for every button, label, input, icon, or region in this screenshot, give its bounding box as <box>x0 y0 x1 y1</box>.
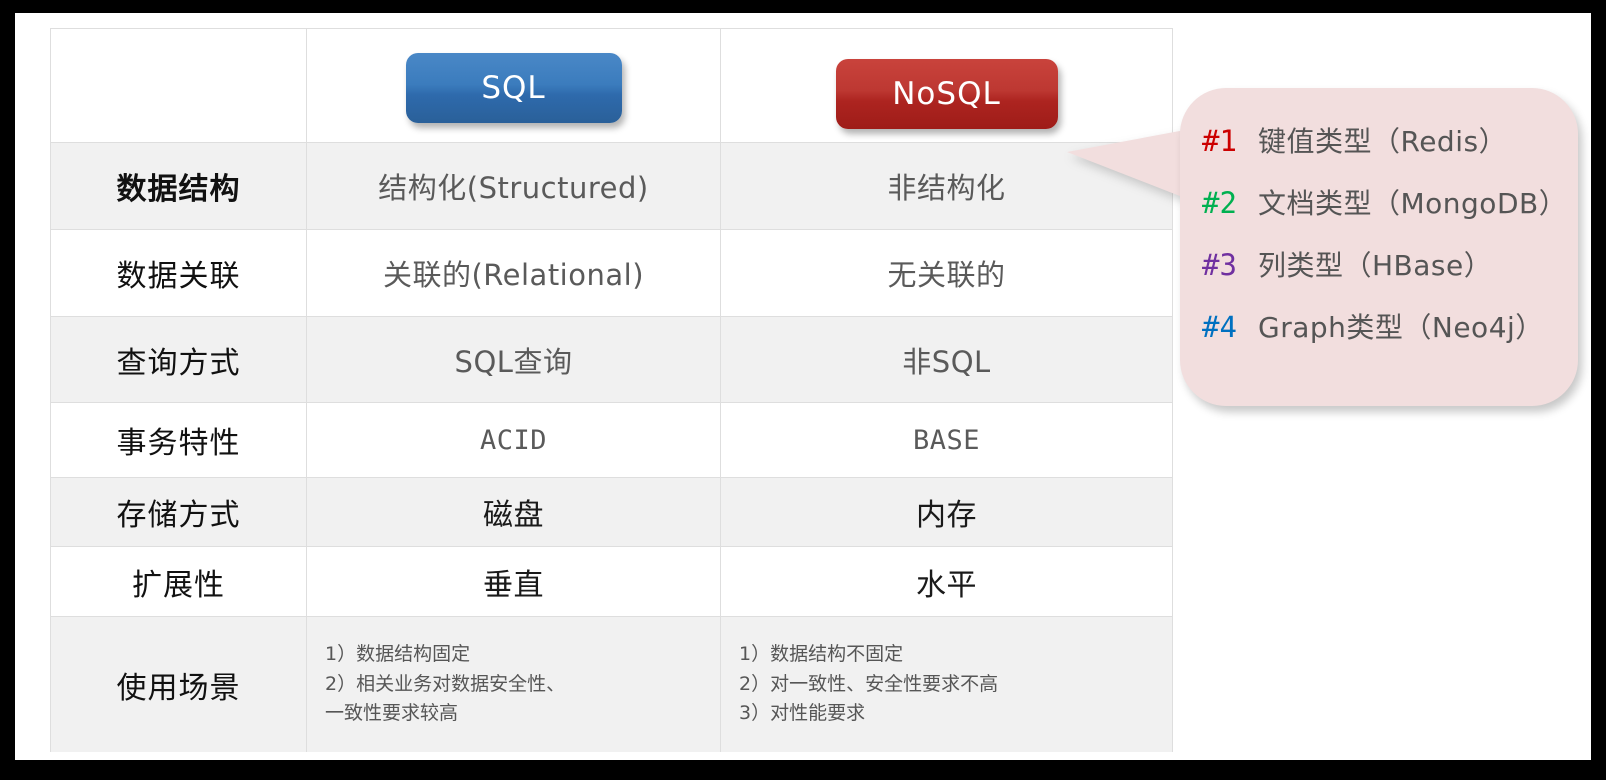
row-sql-value: 1）数据结构固定 2）相关业务对数据安全性、 一致性要求较高 <box>325 643 566 725</box>
callout-item-number: #4 <box>1202 310 1237 344</box>
row-sql-cell: ACID <box>307 403 721 477</box>
row-label-cell: 数据关联 <box>51 230 307 316</box>
list-item: #4 Graph类型（Neo4j） <box>1202 306 1578 368</box>
row-sql-value: 垂直 <box>483 567 544 603</box>
table-row: 存储方式 磁盘 内存 <box>51 478 1172 547</box>
nosql-header-label: NoSQL <box>892 75 1001 112</box>
list-item: #3 列类型（HBase） <box>1202 244 1578 306</box>
callout-tail-pointer <box>1067 130 1185 198</box>
row-nosql-cell: BASE <box>721 403 1172 477</box>
table-row: 数据结构 结构化(Structured) 非结构化 <box>51 143 1172 230</box>
row-nosql-cell: 无关联的 <box>721 230 1172 316</box>
row-nosql-value: 非SQL <box>902 344 991 379</box>
header-nosql-cell: NoSQL <box>721 29 1172 142</box>
sql-vs-nosql-comparison-table: SQL NoSQL 数据结构 结构化(Structured) 非结构化 数据关联… <box>50 28 1173 752</box>
row-nosql-value: 内存 <box>916 498 977 533</box>
callout-item-number: #3 <box>1202 248 1237 282</box>
row-nosql-value: 水平 <box>916 567 977 603</box>
row-nosql-cell: 水平 <box>721 547 1172 616</box>
row-sql-cell: 关联的(Relational) <box>307 230 721 316</box>
row-sql-cell: 1）数据结构固定 2）相关业务对数据安全性、 一致性要求较高 <box>307 617 721 752</box>
row-label: 扩展性 <box>132 567 225 603</box>
table-row: 查询方式 SQL查询 非SQL <box>51 317 1172 403</box>
row-label: 事务特性 <box>116 426 241 461</box>
row-sql-value: 结构化(Structured) <box>378 171 649 205</box>
callout-item-text: 文档类型（MongoDB） <box>1258 187 1568 220</box>
table-row: 数据关联 关联的(Relational) 无关联的 <box>51 230 1172 317</box>
nosql-types-callout: #1 键值类型（Redis） #2 文档类型（MongoDB） #3 列类型（H… <box>1180 88 1578 406</box>
callout-item-text: Graph类型（Neo4j） <box>1258 311 1544 344</box>
row-sql-value: 磁盘 <box>483 498 544 533</box>
row-label-cell: 数据结构 <box>51 143 307 229</box>
row-sql-cell: 结构化(Structured) <box>307 143 721 229</box>
row-label: 存储方式 <box>116 498 241 533</box>
callout-item-text: 列类型（HBase） <box>1258 249 1493 282</box>
row-sql-cell: SQL查询 <box>307 317 721 402</box>
row-label-cell: 扩展性 <box>51 547 307 616</box>
callout-item-text: 键值类型（Redis） <box>1258 125 1508 158</box>
outer-black-frame: SQL NoSQL 数据结构 结构化(Structured) 非结构化 数据关联… <box>0 0 1606 780</box>
row-nosql-value: 非结构化 <box>887 171 1006 205</box>
sql-header-label: SQL <box>481 69 546 106</box>
row-label-cell: 存储方式 <box>51 478 307 546</box>
table-row: 扩展性 垂直 水平 <box>51 547 1172 617</box>
row-sql-value: 关联的(Relational) <box>382 258 645 292</box>
row-label-cell: 使用场景 <box>51 617 307 752</box>
row-nosql-value: 无关联的 <box>887 258 1006 292</box>
row-nosql-value: 1）数据结构不固定 2）对一致性、安全性要求不高 3）对性能要求 <box>739 643 999 725</box>
table-row: 使用场景 1）数据结构固定 2）相关业务对数据安全性、 一致性要求较高 1）数据… <box>51 617 1172 752</box>
row-label: 数据结构 <box>116 172 241 207</box>
slide-canvas: SQL NoSQL 数据结构 结构化(Structured) 非结构化 数据关联… <box>15 13 1591 760</box>
row-nosql-cell: 内存 <box>721 478 1172 546</box>
row-nosql-value: BASE <box>912 424 981 456</box>
row-sql-cell: 磁盘 <box>307 478 721 546</box>
table-row: 事务特性 ACID BASE <box>51 403 1172 478</box>
list-item: #1 键值类型（Redis） <box>1202 120 1578 182</box>
sql-header-pill[interactable]: SQL <box>405 52 622 123</box>
header-sql-cell: SQL <box>307 29 721 142</box>
row-nosql-cell: 非SQL <box>721 317 1172 402</box>
header-corner-cell <box>51 29 307 142</box>
row-sql-value: ACID <box>479 424 548 456</box>
row-label: 查询方式 <box>116 345 241 381</box>
row-label-cell: 事务特性 <box>51 403 307 477</box>
list-item: #2 文档类型（MongoDB） <box>1202 182 1578 244</box>
row-nosql-cell: 1）数据结构不固定 2）对一致性、安全性要求不高 3）对性能要求 <box>721 617 1172 752</box>
row-sql-value: SQL查询 <box>454 344 573 379</box>
callout-item-number: #2 <box>1202 186 1237 220</box>
row-sql-cell: 垂直 <box>307 547 721 616</box>
row-label: 使用场景 <box>116 670 241 706</box>
nosql-header-pill[interactable]: NoSQL <box>835 58 1058 129</box>
callout-item-number: #1 <box>1202 124 1237 158</box>
row-label-cell: 查询方式 <box>51 317 307 402</box>
table-header-row: SQL NoSQL <box>51 29 1172 143</box>
row-label: 数据关联 <box>116 259 241 294</box>
